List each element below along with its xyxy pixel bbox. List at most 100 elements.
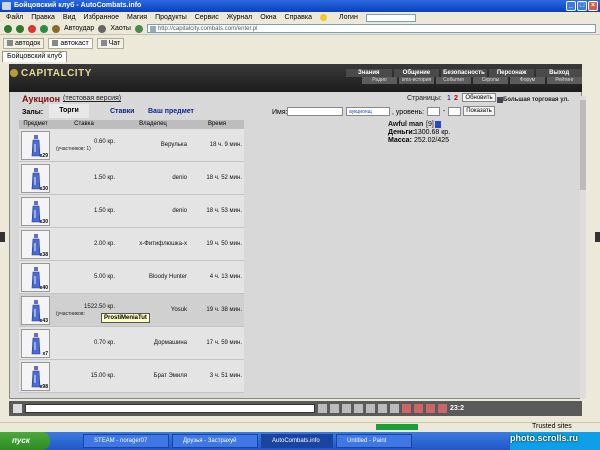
filter-icon[interactable]	[134, 24, 143, 33]
start-button[interactable]: пуск	[0, 432, 50, 450]
send-icon[interactable]	[318, 404, 327, 413]
right-collapse-arrow-icon[interactable]	[595, 232, 600, 242]
col-owner: Владелец	[116, 120, 190, 129]
login-input[interactable]	[365, 13, 416, 22]
nav-scrolls[interactable]: Скролы	[473, 77, 508, 84]
browser-tab[interactable]: Бойцовский клуб	[2, 51, 68, 62]
chaos-button[interactable]: Хаоты	[110, 25, 131, 32]
address-bar[interactable]: http://capitalcity.combats.com/enter.pl	[146, 24, 596, 33]
table-row[interactable]: x98 15.00 кр. Брат Эмиля 3 ч. 51 мин.	[19, 360, 244, 393]
nav-exit[interactable]: Выход	[536, 69, 582, 77]
nav-rating[interactable]: Рейтинг	[547, 77, 582, 84]
players-icon[interactable]	[366, 404, 375, 413]
stop-icon[interactable]	[28, 24, 36, 33]
tab-trades[interactable]: Торги	[49, 104, 89, 118]
autostrike-button[interactable]: Автоудар	[64, 25, 94, 32]
table-row[interactable]: x29 0.60 кр. (участников: 1) Верулька 18 ч. …	[19, 129, 244, 162]
owner-name[interactable]: Верулька	[117, 142, 187, 148]
maximize-button[interactable]: □	[577, 1, 587, 11]
menu-windows[interactable]: Окна	[260, 14, 276, 21]
minimize-button[interactable]: _	[566, 1, 576, 11]
nav-social[interactable]: Общение	[393, 69, 440, 77]
nav-security[interactable]: Безопасность	[441, 69, 487, 77]
item-slot[interactable]: x7	[21, 329, 50, 358]
clear-chat-icon[interactable]	[354, 404, 363, 413]
back-icon[interactable]	[4, 24, 12, 33]
menu-journal[interactable]: Журнал	[227, 14, 253, 21]
tab-bids[interactable]: Ставки	[110, 108, 135, 115]
table-row[interactable]: x40 5.00 кр. Bloody Hunter 4 ч. 13 мин.	[19, 261, 244, 294]
chat-settings-icon[interactable]	[13, 404, 22, 413]
menu-edit[interactable]: Правка	[31, 14, 55, 21]
page-subtitle[interactable]: (тестовая версия)	[63, 95, 121, 102]
task-autocombats[interactable]: AutoCombats.info	[261, 434, 333, 448]
task-steam[interactable]: STEAM - norager07	[83, 434, 169, 448]
item-slot[interactable]: x29	[21, 131, 50, 160]
nav-radio[interactable]: Радио	[362, 77, 397, 84]
table-row[interactable]: x30 1.50 кр. denio 18 ч. 53 мин.	[19, 195, 244, 228]
menu-view[interactable]: Вид	[63, 14, 76, 21]
item-slot[interactable]: x40	[21, 263, 50, 292]
owner-name[interactable]: x-Фитифлюшка-x	[117, 241, 187, 247]
nav-knowledge[interactable]: Знания	[346, 69, 392, 77]
scrollbar-thumb[interactable]	[580, 100, 586, 190]
group-icon[interactable]	[426, 404, 435, 413]
chat-input[interactable]	[25, 404, 315, 413]
rest-icon[interactable]	[438, 404, 447, 413]
table-row[interactable]: x7 0.70 кр. Дормашина 17 ч. 59 мин.	[19, 327, 244, 360]
quick-autodoc[interactable]: автодок	[3, 37, 45, 49]
owner-name[interactable]: Bloody Hunter	[117, 274, 187, 280]
level-from-input[interactable]	[427, 107, 440, 116]
menu-file[interactable]: Файл	[6, 14, 23, 21]
item-slot[interactable]: x38	[21, 230, 50, 259]
forward-icon[interactable]	[16, 24, 24, 33]
refresh-icon[interactable]	[40, 24, 48, 33]
fight-icon[interactable]	[414, 404, 423, 413]
filter-chat-icon[interactable]	[342, 404, 351, 413]
quick-chat[interactable]: Чат	[96, 37, 125, 49]
level-to-input[interactable]	[448, 107, 461, 116]
task-paint[interactable]: Untitled - Paint	[336, 434, 412, 448]
tab-your-item[interactable]: Ваш предмет	[148, 108, 194, 115]
menu-help[interactable]: Справка	[285, 14, 312, 21]
menu-favorites[interactable]: Избранное	[84, 14, 119, 21]
menu-service[interactable]: Сервис	[195, 14, 219, 21]
table-row[interactable]: x38 2.00 кр. x-Фитифлюшка-x 19 ч. 50 мин.	[19, 228, 244, 261]
owner-name[interactable]: Дормашина	[117, 340, 187, 346]
nav-forum[interactable]: Форум	[510, 77, 545, 84]
close-button[interactable]: ×	[588, 1, 598, 11]
name-input[interactable]	[287, 107, 343, 116]
menu-products[interactable]: Продукты	[155, 14, 187, 21]
owner-name[interactable]: Брат Эмиля	[117, 373, 187, 379]
home-icon[interactable]	[52, 24, 60, 33]
status-icon[interactable]	[320, 14, 328, 21]
table-row[interactable]: x30 1.50 кр. denio 18 ч. 52 мин.	[19, 162, 244, 195]
sound-icon[interactable]	[390, 404, 399, 413]
page-icon	[149, 26, 156, 32]
player-name[interactable]: Awful man	[388, 121, 423, 128]
page-link-1[interactable]: 1	[447, 95, 451, 102]
menu-magic[interactable]: Магия	[127, 14, 147, 21]
item-slot[interactable]: x30	[21, 164, 50, 193]
time-left: 18 ч. 52 мин.	[206, 175, 242, 181]
nav-events[interactable]: События	[436, 77, 471, 84]
item-slot[interactable]: x43	[21, 296, 50, 325]
mail-icon[interactable]	[378, 404, 387, 413]
left-collapse-arrow-icon[interactable]	[0, 232, 5, 242]
nav-character[interactable]: Персонаж	[488, 69, 535, 77]
show-button[interactable]: Показать	[463, 106, 495, 116]
page-link-2[interactable]: 2	[454, 95, 458, 102]
nav-sms-history[interactable]: sms-история	[399, 77, 434, 84]
refresh-button[interactable]: Обновить	[462, 93, 496, 102]
battle-icon[interactable]	[402, 404, 411, 413]
item-slot[interactable]: x30	[21, 197, 50, 226]
owner-name[interactable]: denio	[117, 175, 187, 181]
location-label[interactable]: Большая торговая ул.	[503, 97, 569, 103]
filter-select[interactable]: аукционщ	[346, 107, 390, 116]
smile-icon[interactable]	[330, 404, 339, 413]
quick-autocast[interactable]: автокаст	[48, 37, 93, 49]
task-friends[interactable]: Друзья - Застрахуй	[172, 434, 258, 448]
item-slot[interactable]: x98	[21, 362, 50, 391]
player-info-icon[interactable]	[435, 121, 441, 128]
owner-name[interactable]: denio	[117, 208, 187, 214]
